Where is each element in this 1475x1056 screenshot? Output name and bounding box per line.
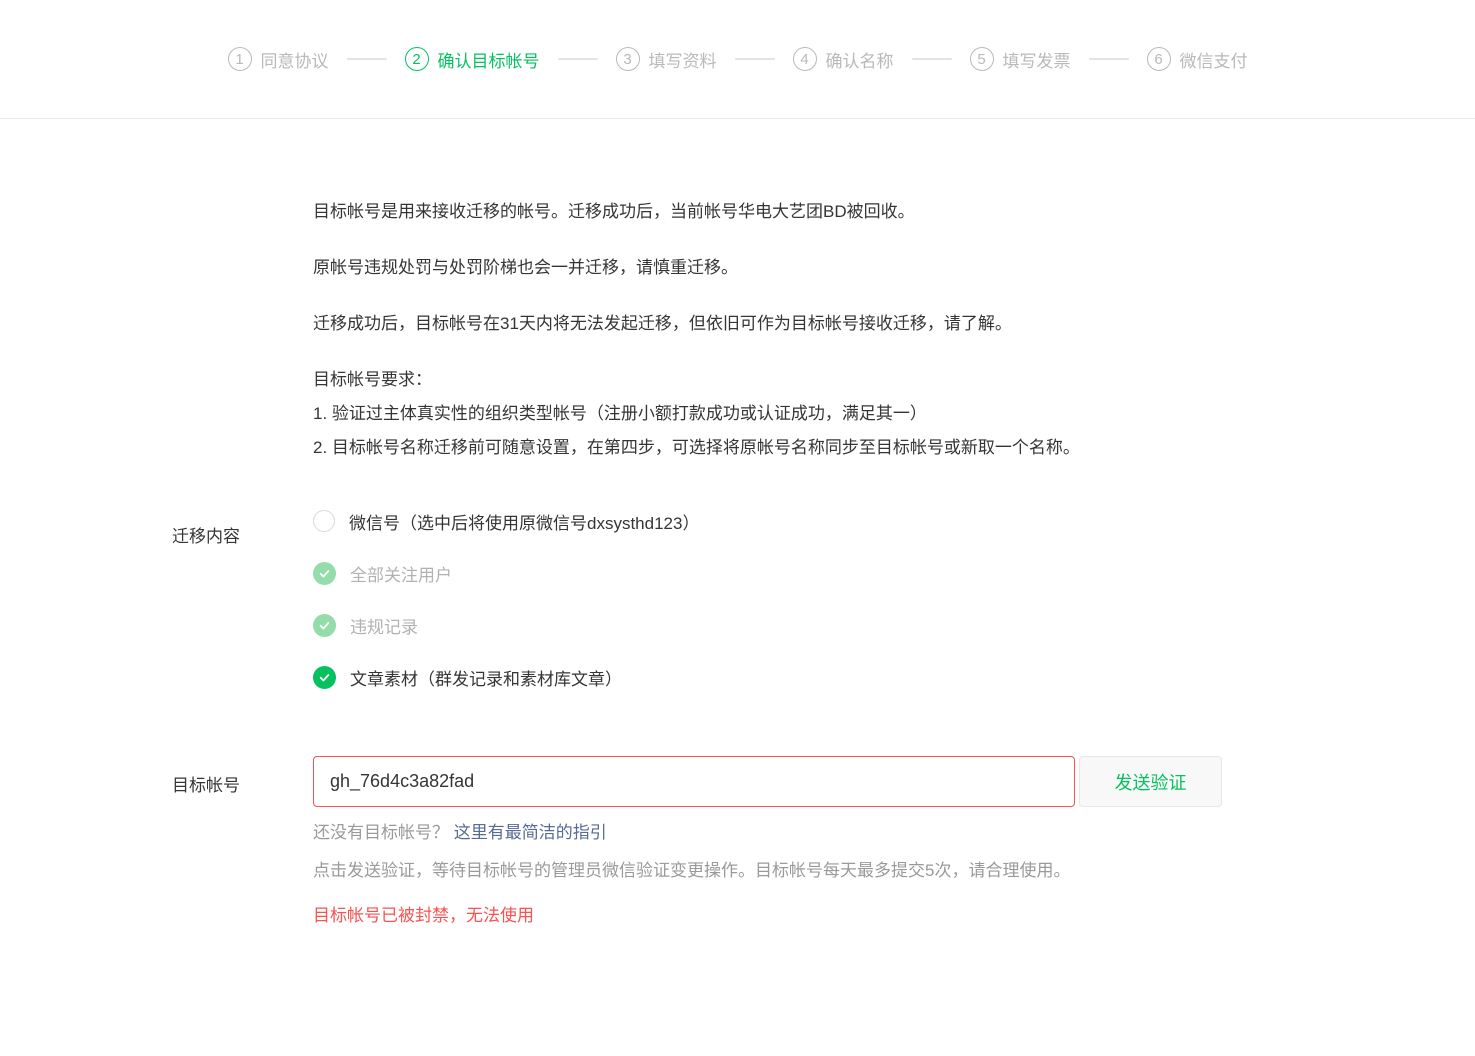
target-account-section: 目标帐号 发送验证 还没有目标帐号？ 这里有最简洁的指引 点击发送验证，等待目标… [0, 756, 1475, 930]
step-5-fill-invoice: 5 填写发票 [969, 47, 1071, 72]
step-divider [1088, 58, 1129, 60]
option-all-followers: 全部关注用户 [313, 558, 699, 588]
option-article-material[interactable]: 文章素材（群发记录和素材库文章） [313, 662, 699, 692]
requirements-title: 目标帐号要求： [313, 370, 432, 389]
step-3-number-icon: 3 [615, 47, 640, 71]
option-violation-records: 违规记录 [313, 610, 699, 640]
step-5-number-icon: 5 [969, 47, 994, 71]
step-6-label: 微信支付 [1179, 51, 1248, 71]
step-divider [911, 58, 952, 60]
intro-paragraph-3: 迁移成功后，目标帐号在31天内将无法发起迁移，但依旧可作为目标帐号接收迁移，请了… [313, 314, 1012, 333]
intro-paragraph-2: 原帐号违规处罚与处罚阶梯也会一并迁移，请慎重迁移。 [313, 258, 738, 277]
intro-text: 目标帐号是用来接收迁移的帐号。迁移成功后，当前帐号华电大艺团BD被回收。 原帐号… [313, 195, 1220, 465]
step-6-wechat-pay: 6 微信支付 [1146, 47, 1248, 72]
step-4-number-icon: 4 [792, 47, 817, 71]
intro-paragraph-1: 目标帐号是用来接收迁移的帐号。迁移成功后，当前帐号华电大艺团BD被回收。 [313, 202, 915, 221]
step-1-label: 同意协议 [260, 51, 329, 71]
step-3-label: 填写资料 [648, 51, 717, 71]
target-account-input-row: 发送验证 [313, 756, 1222, 807]
requirement-1: 1. 验证过主体真实性的组织类型帐号（注册小额打款成功或认证成功，满足其一） [313, 404, 927, 423]
no-account-hint: 还没有目标帐号？ 这里有最简洁的指引 [313, 819, 1222, 847]
checkbox-unchecked-icon[interactable] [313, 510, 335, 532]
step-divider [734, 58, 775, 60]
step-1-agree-agreement: 1 同意协议 [227, 47, 329, 72]
step-5-label: 填写发票 [1002, 51, 1071, 71]
option-wechat-id[interactable]: 微信号（选中后将使用原微信号dxsysthd123） [313, 506, 699, 536]
checkbox-checked-disabled-icon [313, 613, 336, 637]
migration-content-label: 迁移内容 [172, 527, 240, 546]
step-divider [346, 58, 387, 60]
wizard-header: 1 同意协议 2 确认目标帐号 3 填写资料 4 确认名称 5 填写发票 6 微… [0, 0, 1475, 119]
migration-form: 目标帐号是用来接收迁移的帐号。迁移成功后，当前帐号华电大艺团BD被回收。 原帐号… [0, 119, 1475, 930]
requirement-2: 2. 目标帐号名称迁移前可随意设置，在第四步，可选择将原帐号名称同步至目标帐号或… [313, 438, 1080, 457]
target-account-label: 目标帐号 [172, 776, 240, 795]
option-violation-records-label: 违规记录 [350, 617, 418, 637]
step-2-number-icon: 2 [404, 47, 429, 71]
step-4-confirm-name: 4 确认名称 [792, 47, 894, 72]
guide-link[interactable]: 这里有最简洁的指引 [454, 823, 607, 842]
step-3-fill-info: 3 填写资料 [615, 47, 717, 72]
option-wechat-id-label: 微信号（选中后将使用原微信号dxsysthd123） [349, 513, 700, 533]
target-account-error: 目标帐号已被封禁，无法使用 [313, 906, 534, 925]
step-divider [557, 58, 598, 60]
target-account-body: 发送验证 还没有目标帐号？ 这里有最简洁的指引 点击发送验证，等待目标帐号的管理… [313, 756, 1222, 930]
send-verification-button[interactable]: 发送验证 [1079, 756, 1222, 807]
option-all-followers-label: 全部关注用户 [350, 565, 452, 585]
option-article-material-label: 文章素材（群发记录和素材库文章） [350, 669, 622, 689]
step-6-number-icon: 6 [1146, 47, 1171, 71]
migration-content-options: 微信号（选中后将使用原微信号dxsysthd123） 全部关注用户 违规记录 文… [313, 506, 699, 692]
no-account-question: 还没有目标帐号？ [313, 823, 449, 842]
migration-content-section: 迁移内容 微信号（选中后将使用原微信号dxsysthd123） 全部关注用户 违… [0, 506, 1475, 692]
verification-note: 点击发送验证，等待目标帐号的管理员微信验证变更操作。目标帐号每天最多提交5次，请… [313, 861, 1071, 880]
checkbox-checked-disabled-icon [313, 561, 336, 585]
target-account-input[interactable] [313, 756, 1075, 807]
step-2-label: 确认目标帐号 [437, 51, 540, 71]
stepper: 1 同意协议 2 确认目标帐号 3 填写资料 4 确认名称 5 填写发票 6 微… [227, 47, 1248, 72]
step-4-label: 确认名称 [825, 51, 894, 71]
step-2-confirm-target-account: 2 确认目标帐号 [404, 47, 540, 72]
checkbox-checked-icon[interactable] [313, 665, 336, 689]
step-1-number-icon: 1 [227, 47, 252, 71]
requirements-block: 目标帐号要求： 1. 验证过主体真实性的组织类型帐号（注册小额打款成功或认证成功… [313, 363, 1220, 465]
